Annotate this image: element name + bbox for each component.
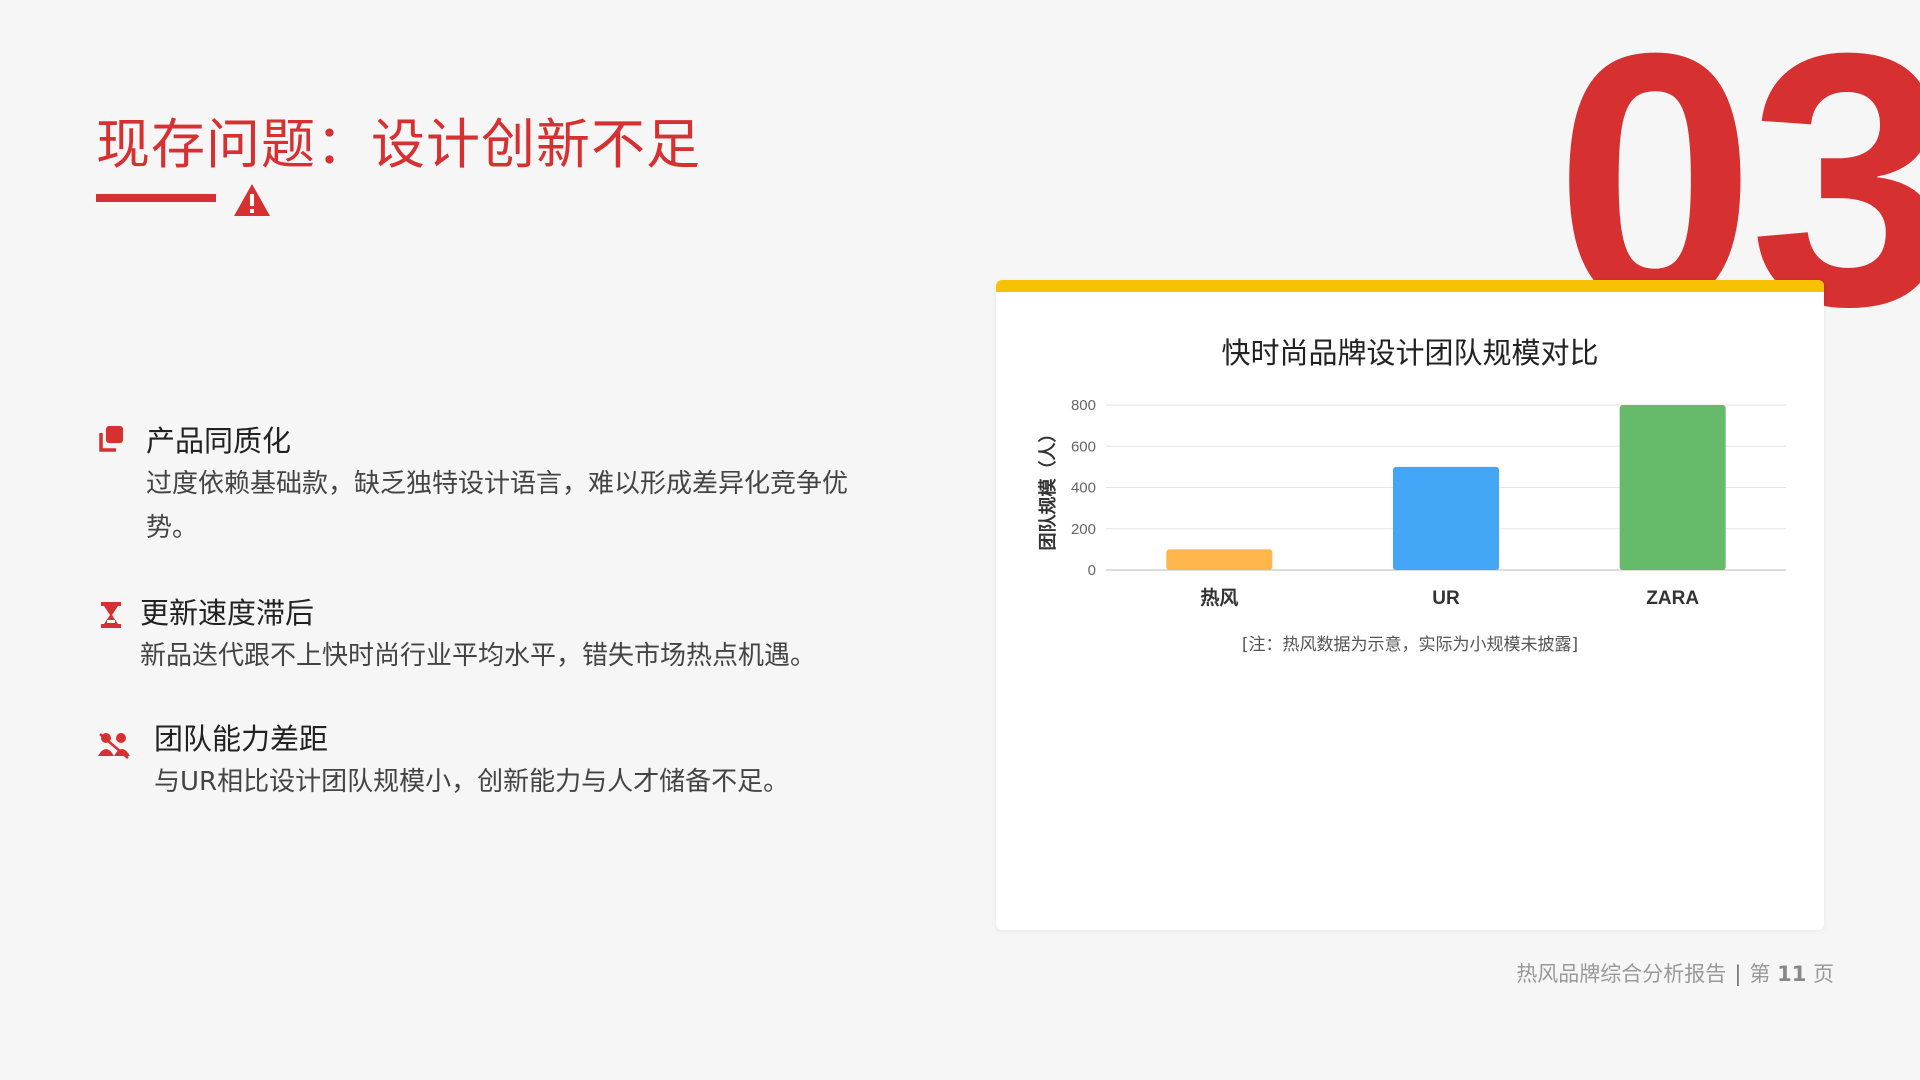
bar [1393,466,1499,570]
x-tick-label: UR [1432,588,1460,609]
report-name: 热风品牌综合分析报告 [1516,962,1727,986]
chart-title: 快时尚品牌设计团队规模对比 [1221,336,1599,370]
page-prefix: 第 [1749,962,1771,986]
chart-card: 快时尚品牌设计团队规模对比 0 200 400 600 800 团队规模（人） 热风 UR ZA… [996,280,1824,930]
chart-note: [注：热风数据为示意，实际为小规模未披露] [1241,635,1579,655]
y-tick-label: 800 [1071,397,1096,414]
problem-title: 团队能力差距 [154,722,329,756]
x-tick-label: ZARA [1646,588,1699,609]
problem-description: 新品迭代跟不上快时尚行业平均水平，错失市场热点机遇。 [140,641,817,671]
y-tick-label: 600 [1071,438,1096,455]
y-tick-label: 0 [1088,562,1096,579]
warning-icon [234,184,270,216]
page-number: 11 [1777,962,1807,986]
x-tick-label: 热风 [1200,586,1238,609]
card-accent-bar [996,280,1824,292]
people-icon [98,733,130,759]
footer: 热风品牌综合分析报告 | 第 11 页 [1516,958,1834,988]
problem-title: 产品同质化 [146,424,292,458]
bar [1166,549,1273,570]
bar-chart: 0 200 400 600 800 团队规模（人） 热风 UR ZARA [1037,397,1786,609]
copy-icon [99,426,123,452]
hourglass-icon [101,602,121,628]
y-axis-label: 团队规模（人） [1037,425,1059,551]
footer-separator: | [1734,962,1742,986]
y-tick-label: 200 [1071,521,1096,538]
problem-description: 与UR相比设计团队规模小，创新能力与人才储备不足。 [154,767,790,797]
page-title: 现存问题：设计创新不足 [96,113,701,176]
page-suffix: 页 [1813,962,1834,986]
problem-title: 更新速度滞后 [140,596,315,630]
bar [1619,405,1726,570]
title-underline [96,194,216,202]
y-tick-label: 400 [1071,480,1096,497]
problem-description: 过度依赖基础款，缺乏独特设计语言，难以形成差异化竞争优势。 [146,469,849,543]
